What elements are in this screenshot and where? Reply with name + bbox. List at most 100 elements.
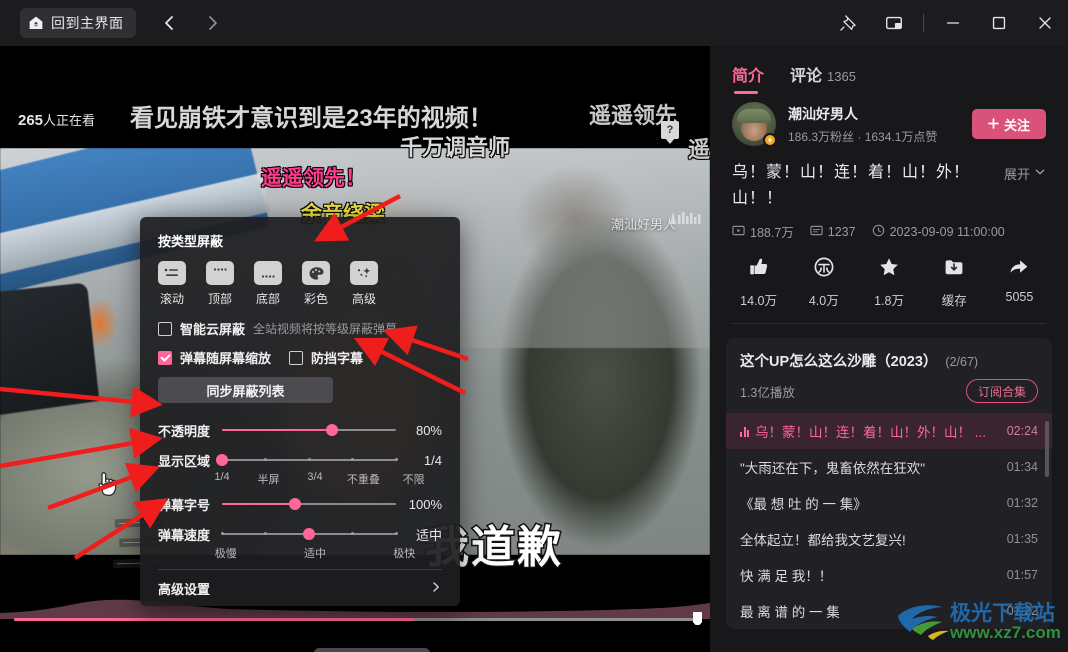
- display-area-mark[interactable]: 不限: [403, 471, 425, 487]
- speed-marks: 极慢 适中 极快: [215, 545, 416, 561]
- display-area-mark[interactable]: 3/4: [307, 471, 322, 483]
- minimize-icon[interactable]: [930, 0, 976, 46]
- progress-track[interactable]: [14, 618, 696, 621]
- scale-with-screen-label: 弹幕随屏幕缩放: [180, 351, 272, 366]
- list-item-duration: 01:34: [1006, 460, 1038, 474]
- font-size-slider[interactable]: [222, 495, 396, 513]
- sidebar-tabs: 简介 评论 1365: [710, 46, 1068, 94]
- chevron-left-icon[interactable]: [158, 12, 180, 34]
- favorite-button[interactable]: 1.8万: [856, 255, 921, 309]
- uploader-stats: 186.3万粉丝 · 1634.1万点赞: [788, 129, 938, 144]
- home-button-label: 回到主界面: [51, 15, 124, 31]
- display-area-mark[interactable]: 不重叠: [347, 471, 380, 487]
- coin-icon: [812, 255, 836, 284]
- danmaku-type-filters: 滚动 顶部 底部 彩色 高级: [158, 261, 442, 307]
- watch-count-suffix: 人正在看: [43, 113, 96, 128]
- display-area-mark[interactable]: 1/4: [214, 471, 229, 483]
- font-size-slider-thumb[interactable]: [289, 498, 302, 510]
- prevent-block-subtitle-label: 防挡字幕: [311, 351, 364, 366]
- opacity-slider-thumb[interactable]: [325, 424, 338, 436]
- home-button[interactable]: 回到主界面: [20, 8, 136, 38]
- danmaku-type-scroll[interactable]: 滚动: [158, 261, 186, 307]
- danmaku-type-bottom[interactable]: 底部: [254, 261, 282, 307]
- cloud-block-hint: 全站视频将按等级屏蔽弹幕: [253, 322, 398, 336]
- play-count-value: 188.7万: [750, 226, 794, 240]
- prevent-block-subtitle-checkbox[interactable]: [289, 350, 304, 365]
- list-item[interactable]: 全体起立！都给我文艺复兴! 01:35: [726, 521, 1052, 557]
- list-item-duration: 02:24: [1006, 424, 1038, 438]
- chevron-right-icon[interactable]: [202, 12, 224, 34]
- display-area-mark[interactable]: 半屏: [258, 471, 280, 487]
- clock-icon: [872, 224, 885, 240]
- danmaku-type-top[interactable]: 顶部: [206, 261, 234, 307]
- list-item-duration: 01:32: [1006, 496, 1038, 510]
- action-buttons: 14.0万 4.0万 1.8万 缓存 5055: [710, 241, 1068, 309]
- download-button[interactable]: 缓存: [922, 255, 987, 309]
- scale-with-screen-checkbox[interactable]: [158, 350, 172, 365]
- share-icon: [1007, 255, 1031, 284]
- subscribe-collection-button[interactable]: 订阅合集: [965, 379, 1038, 403]
- follow-button[interactable]: 关注: [971, 109, 1046, 139]
- bilibili-watermark-icon: [666, 206, 706, 233]
- page-title: 乌！蒙！山！连！着！山！外！山！！: [732, 164, 971, 207]
- playlist-title[interactable]: 这个UP怎么这么沙雕（2023）: [740, 350, 937, 371]
- display-area-slider-thumb[interactable]: [216, 454, 228, 466]
- player-controls: 01:22 / 02:23 弹 弹 点击发送弹幕 自动 倍速: [0, 625, 710, 652]
- font-size-label: 弹幕字号: [158, 497, 211, 513]
- list-item-duration: 01:57: [1006, 568, 1038, 582]
- speed-mark[interactable]: 极快: [393, 545, 415, 561]
- danmaku-type-color[interactable]: 彩色: [302, 261, 330, 307]
- thumbs-up-icon: [747, 255, 771, 284]
- list-item[interactable]: 乌！蒙！山！连！着！山！外！山！ ... 02:24: [726, 413, 1052, 449]
- info-sidebar: 简介 评论 1365 潮汕好男人 186.3万粉丝 · 1634.1万点赞 关注…: [710, 46, 1068, 652]
- danmaku-type-advanced[interactable]: 高级: [350, 261, 378, 307]
- danmaku-count-icon: [810, 224, 823, 240]
- close-icon[interactable]: [1022, 0, 1068, 46]
- danmaku-type-label: 彩色: [303, 292, 328, 306]
- avatar[interactable]: [732, 102, 777, 147]
- like-button[interactable]: 14.0万: [726, 255, 791, 309]
- cloud-block-checkbox[interactable]: [158, 321, 172, 336]
- navigation-arrows: [158, 12, 224, 34]
- font-size-value: 100%: [408, 496, 442, 512]
- display-area-slider[interactable]: [216, 451, 398, 469]
- play-count: 188.7万: [732, 222, 794, 241]
- pin-icon[interactable]: [825, 0, 871, 46]
- list-item[interactable]: 《最 想 吐 的 一 集》 01:32: [726, 485, 1052, 521]
- maximize-icon[interactable]: [976, 0, 1022, 46]
- chevron-right-icon: [430, 580, 442, 597]
- playlist-scrollbar[interactable]: [1045, 421, 1049, 477]
- tab-intro-label: 简介: [732, 68, 765, 85]
- sync-block-list-button[interactable]: 同步屏蔽列表: [158, 377, 333, 403]
- list-item-title: 快 满 足 我！！: [740, 569, 833, 584]
- watch-count: 265人正在看: [18, 110, 95, 129]
- speed-slider[interactable]: [220, 525, 398, 543]
- list-item-title: "大雨还在下，鬼畜依然在狂欢": [740, 461, 926, 476]
- list-item[interactable]: "大雨还在下，鬼畜依然在狂欢" 01:34: [726, 449, 1052, 485]
- playlist-panel: 这个UP怎么这么沙雕（2023） (2/67) 1.3亿播放 订阅合集 乌！蒙！…: [726, 338, 1052, 629]
- send-danmaku-button[interactable]: 点击发送弹幕: [313, 647, 430, 652]
- tab-comments[interactable]: 评论 1365: [790, 62, 856, 90]
- expand-description-button[interactable]: 展开: [1004, 160, 1046, 183]
- speed-mark[interactable]: 适中: [304, 545, 326, 561]
- video-player: 看见崩铁才意识到是23年的视频！ 千万调音师 遥遥领先 遥 遥遥领先！ 余音绕梁…: [0, 46, 710, 652]
- advanced-danmaku-icon: [350, 261, 378, 285]
- advanced-settings-row[interactable]: 高级设置: [140, 570, 460, 606]
- speed-label: 弹幕速度: [158, 527, 211, 543]
- tab-intro[interactable]: 简介: [732, 62, 765, 94]
- picture-in-picture-icon[interactable]: [871, 0, 917, 46]
- app-window: 回到主界面 看见崩铁才意识到是23年的视频！ 千万调音师 遥遥领先 遥 遥遥领先…: [0, 0, 1068, 652]
- list-item[interactable]: 快 满 足 我！！ 01:57: [726, 557, 1052, 593]
- tab-comments-label: 评论: [790, 68, 823, 85]
- video-title-row: 乌！蒙！山！连！着！山！外！山！！ 展开: [710, 146, 1068, 212]
- coin-button[interactable]: 4.0万: [791, 255, 856, 309]
- like-count: 14.0万: [740, 294, 778, 308]
- uploader-name[interactable]: 潮汕好男人: [788, 104, 937, 124]
- share-button[interactable]: 5055: [987, 255, 1052, 309]
- display-area-label: 显示区域: [158, 453, 211, 469]
- list-item-title: 全体起立！都给我文艺复兴!: [740, 533, 906, 548]
- speed-mark[interactable]: 极慢: [215, 545, 237, 561]
- speed-slider-thumb[interactable]: [303, 528, 315, 540]
- opacity-slider[interactable]: [222, 421, 396, 439]
- star-icon: [877, 255, 901, 284]
